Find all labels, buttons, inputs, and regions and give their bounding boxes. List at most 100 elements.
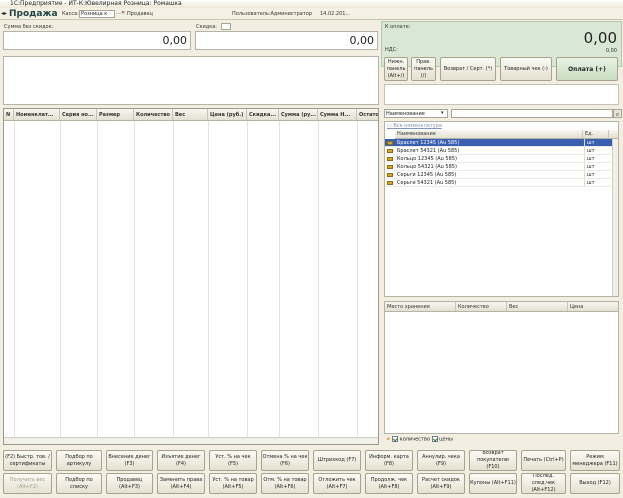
clear-icon[interactable]: ✕	[121, 10, 125, 16]
bottom-button-row2-1[interactable]: Получить вес (Alt+F2)	[3, 473, 52, 494]
grid-line	[357, 121, 358, 444]
catalog-item-unit: шт	[587, 148, 595, 154]
to-pay-label: К оплате:	[385, 24, 411, 30]
catalog-item-name: Кольцо 54321 (Au 585)	[395, 163, 585, 170]
horizontal-scrollbar[interactable]	[4, 437, 378, 444]
catalog-item[interactable]: Кольцо 12345 (Au 585) шт	[385, 155, 618, 163]
col-stock-qty[interactable]: Количество	[456, 302, 507, 311]
bottom-button-row1-12[interactable]: Режим менеджера (F11)	[570, 450, 620, 471]
catalog-item[interactable]: Кольцо 54321 (Au 585) шт	[385, 163, 618, 171]
catalog-item[interactable]: Браслет 54321 (Au 585) шт	[385, 147, 618, 155]
bottom-button-row2-9[interactable]: Расчет скидок (Alt+F9)	[417, 473, 465, 494]
message-area	[3, 56, 379, 105]
bottom-button-row2-3[interactable]: Продавец (Alt+F3)	[106, 473, 153, 494]
bottom-button-row1-7[interactable]: Штрихкод (F7)	[313, 450, 361, 471]
bottom-button-row2-8[interactable]: Продолж. чек (Alt+F8)	[365, 473, 413, 494]
to-pay-value: 0,00	[583, 29, 617, 47]
item-icon	[385, 155, 395, 162]
grid-line	[208, 121, 209, 444]
catalog-list[interactable]: ▭ Вся номенклатура Наименование Ед. Брас…	[384, 121, 619, 297]
vat-value: 0,00	[605, 48, 617, 54]
catalog-item-unit: шт	[587, 140, 595, 146]
catalog-root-label: Вся номенклатура	[393, 123, 442, 129]
bottom-button-row2-7[interactable]: Отложить чек (Alt+F7)	[313, 473, 361, 494]
col-balance[interactable]: Остаток	[357, 109, 378, 120]
extra-info-area	[384, 84, 619, 105]
bottom-button-row1-9[interactable]: Аннулир. чека (F9)	[417, 450, 465, 471]
seller-field[interactable]: Продавец	[127, 11, 153, 17]
search-mode-select[interactable]: Наименование	[384, 109, 448, 118]
col-unit[interactable]: Ед.	[583, 130, 609, 138]
show-price-checkbox[interactable]	[431, 436, 438, 442]
discount-selector[interactable]	[221, 23, 231, 30]
catalog-item[interactable]: Браслет 12345 (Au 585) шт	[385, 139, 618, 147]
col-series[interactable]: Серия но...	[60, 109, 97, 120]
items-table[interactable]: N Номенклат... Серия но... Размер Количе…	[3, 108, 379, 445]
window-title: 1С:Предприятие - ИТ-К:Ювелирная Розница:…	[0, 0, 623, 8]
bottom-button-row1-11[interactable]: Печать (Ctrl+P)	[521, 450, 566, 471]
grid-line	[60, 121, 61, 444]
vat-label: НДС:	[385, 47, 398, 53]
grid-line	[173, 121, 174, 444]
show-qty-checkbox[interactable]	[392, 436, 399, 442]
catalog-item-name: Серьги 54321 (Au 585)	[395, 179, 585, 186]
col-stock-price[interactable]: Цена	[568, 302, 618, 311]
nav-arrows-icon[interactable]: ◂▸	[1, 10, 7, 17]
show-price-label: цены	[439, 436, 453, 443]
col-name[interactable]: Наименование	[395, 130, 583, 138]
col-nomenclature[interactable]: Номенклат...	[14, 109, 60, 120]
bottom-button-row2-6[interactable]: Отм. % на товар (Alt+F6)	[261, 473, 309, 494]
col-location[interactable]: Место хранения	[385, 302, 456, 311]
stock-header: Место хранения Количество Вес Цена	[385, 302, 618, 312]
col-weight[interactable]: Вес	[173, 109, 208, 120]
bottom-button-row1-4[interactable]: Изъятие денег (F4)	[157, 450, 205, 471]
bottom-button-row1-5[interactable]: Уст. % на чек (F5)	[209, 450, 257, 471]
bottom-button-row2-12[interactable]: Выход (F12)	[570, 473, 620, 494]
vertical-scrollbar[interactable]	[612, 139, 618, 296]
numpad-panel-button[interactable]: Нижн. панель (Alt+/)	[384, 57, 408, 81]
bottom-button-row2-11[interactable]: Послед. след.чек (Alt+F12)	[521, 473, 566, 494]
col-quantity[interactable]: Количество	[134, 109, 173, 120]
items-table-header: N Номенклат... Серия но... Размер Количе…	[4, 109, 378, 121]
col-n[interactable]: N	[4, 109, 14, 120]
folder-icon: ▭	[387, 123, 392, 129]
no-discount-label: Сумма без скидок:	[4, 24, 54, 30]
catalog-item[interactable]: Серьги 54321 (Au 585) шт	[385, 179, 618, 187]
grid-line	[97, 121, 98, 444]
user-label: Пользователь:Администратор	[232, 11, 312, 17]
catalog-root-link[interactable]: ▭ Вся номенклатура	[385, 122, 618, 130]
catalog-item-unit: шт	[587, 156, 595, 162]
bottom-button-row2-10[interactable]: Купоны (Alt+F11)	[469, 473, 517, 494]
item-icon	[385, 179, 395, 186]
bottom-button-row2-4[interactable]: Заменить права (Alt+F4)	[157, 473, 205, 494]
bottom-button-row1-10[interactable]: Возврат покупателю (F10)	[469, 450, 517, 471]
bottom-button-row1-2[interactable]: Подбор по артикулу	[56, 450, 102, 471]
stock-table[interactable]: Место хранения Количество Вес Цена	[384, 301, 619, 434]
discount-value: 0,00	[195, 31, 378, 50]
bottom-button-row2-2[interactable]: Подбор по списку	[56, 473, 102, 494]
col-price[interactable]: Цена (руб.)	[208, 109, 247, 120]
date-label: 14.02.201...	[320, 11, 351, 17]
return-cert-button[interactable]: Возврат / Серт. (*)	[440, 57, 496, 81]
right-panel-button[interactable]: Прав. панель (/)	[411, 57, 436, 81]
col-sum[interactable]: Сумма (ру...	[279, 109, 318, 120]
pay-button[interactable]: Оплата (+)	[556, 57, 618, 81]
search-icon[interactable]: ⌕	[613, 109, 622, 118]
receipt-button[interactable]: Товарный чек (-)	[500, 57, 552, 81]
bottom-button-row1-8[interactable]: Информ. карта (F8)	[365, 450, 413, 471]
col-size[interactable]: Размер	[97, 109, 134, 120]
bottom-button-row1-6[interactable]: Отмена % на чек (F6)	[261, 450, 309, 471]
search-input[interactable]	[451, 109, 613, 118]
bottom-button-row1-3[interactable]: Внесение денег (F3)	[106, 450, 153, 471]
col-sum-vat[interactable]: Сумма Н...	[318, 109, 357, 120]
bottom-button-row2-5[interactable]: Уст. % на товар (Alt+F5)	[209, 473, 257, 494]
bottom-button-row1-1[interactable]: (F2) Быстр. тов. / сертификаты	[3, 450, 52, 471]
item-icon	[385, 139, 395, 146]
chevron-down-icon[interactable]: ▾	[441, 110, 444, 116]
col-stock-weight[interactable]: Вес	[507, 302, 568, 311]
kassa-field[interactable]: Розница к	[79, 10, 115, 18]
col-discount[interactable]: Скидка...	[247, 109, 279, 120]
catalog-item-name: Серьги 12345 (Au 585)	[395, 171, 585, 178]
page-title: Продажа	[9, 9, 58, 19]
catalog-item[interactable]: Серьги 12345 (Au 585) шт	[385, 171, 618, 179]
